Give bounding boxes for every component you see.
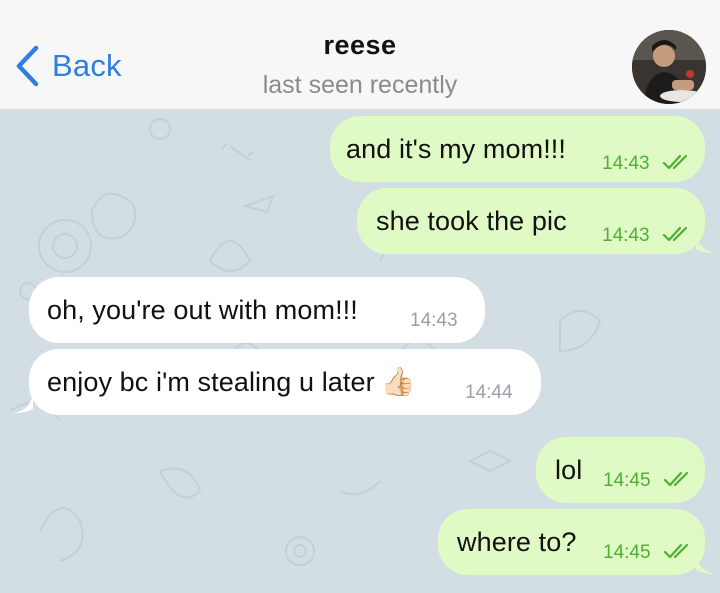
message-text: and it's my mom!!! <box>346 133 567 164</box>
message-text: she took the pic <box>376 205 567 236</box>
double-check-icon <box>663 471 689 487</box>
message-time: 14:45 <box>603 542 651 563</box>
message-time: 14:44 <box>465 382 513 403</box>
message-text: oh, you're out with mom!!! <box>47 294 358 325</box>
message-time: 14:43 <box>602 225 650 246</box>
contact-status: last seen recently <box>262 71 458 99</box>
chat-header: Back reese last seen recently <box>0 0 720 110</box>
bubble-tail <box>696 556 716 575</box>
bubble-tail <box>13 395 33 414</box>
message-bubble-outgoing[interactable]: and it's my mom!!! 14:43 <box>330 116 705 182</box>
avatar[interactable] <box>632 30 706 104</box>
message-bubble-incoming[interactable]: oh, you're out with mom!!! 14:43 <box>29 277 485 343</box>
message-bubble-incoming[interactable]: enjoy bc i'm stealing u later 👍🏻 14:44 <box>29 349 541 415</box>
double-check-icon <box>662 154 688 170</box>
message-list[interactable]: and it's my mom!!! 14:43 she took the pi… <box>0 111 720 593</box>
message-bubble-outgoing[interactable]: where to? 14:45 <box>438 509 705 575</box>
message-text: enjoy bc i'm stealing u later <box>47 366 375 397</box>
message-bubble-outgoing[interactable]: she took the pic 14:43 <box>357 188 705 254</box>
thumbs-up-emoji: 👍🏻 <box>380 366 416 397</box>
double-check-icon <box>663 543 689 559</box>
double-check-icon <box>662 226 688 242</box>
message-time: 14:43 <box>410 310 458 331</box>
bubble-tail <box>696 235 716 254</box>
avatar-photo <box>632 30 706 104</box>
message-time: 14:43 <box>602 153 650 174</box>
message-text: lol <box>555 454 583 485</box>
message-text: where to? <box>457 526 577 557</box>
message-time: 14:45 <box>603 470 651 491</box>
contact-name[interactable]: reese <box>0 30 720 61</box>
message-bubble-outgoing[interactable]: lol 14:45 <box>536 437 705 503</box>
